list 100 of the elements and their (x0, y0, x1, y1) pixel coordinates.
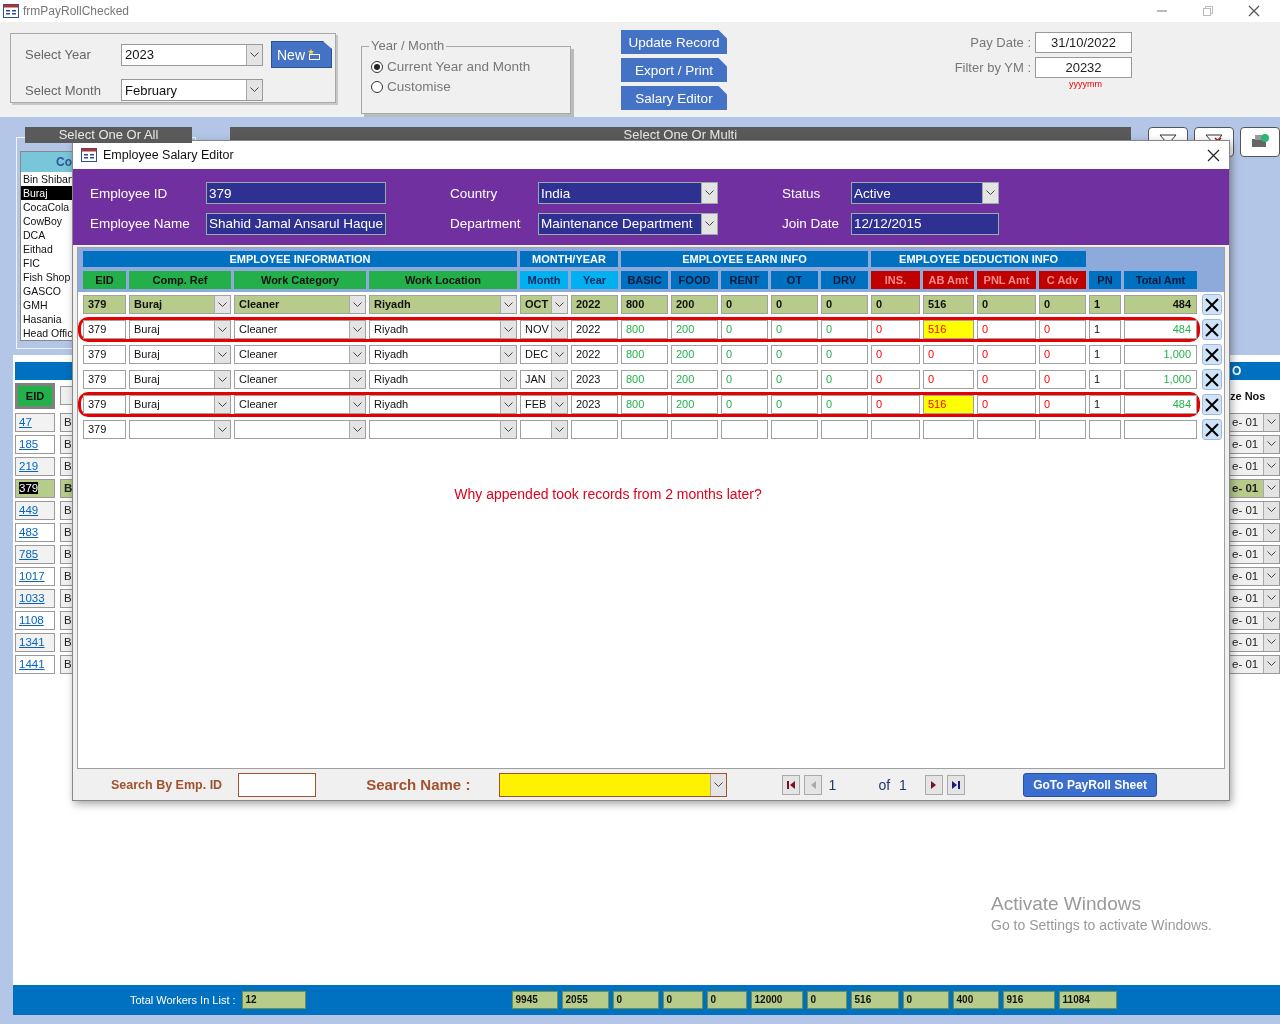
combo-box[interactable]: e- 01 (1228, 456, 1280, 476)
table-cell[interactable]: 379 (83, 370, 126, 389)
table-cell[interactable]: 484 (1124, 295, 1197, 314)
table-cell[interactable]: 0 (1039, 320, 1086, 339)
combo-box[interactable]: e- 01 (1228, 434, 1280, 454)
employee-link[interactable]: 1017 (15, 566, 55, 586)
employee-link[interactable]: 1441 (15, 654, 55, 674)
table-cell[interactable]: 0 (977, 370, 1036, 389)
new-button[interactable]: New (271, 41, 332, 68)
table-cell[interactable]: 0 (871, 345, 920, 364)
combo-box[interactable]: Active (851, 182, 999, 205)
employee-link[interactable]: 1341 (15, 632, 55, 652)
table-cell[interactable] (571, 420, 618, 439)
chevron-down-icon[interactable] (504, 376, 513, 383)
chevron-down-icon[interactable] (218, 326, 227, 333)
table-cell[interactable]: 0 (977, 295, 1036, 314)
combo-box[interactable]: e- 01 (1228, 478, 1280, 498)
table-cell[interactable]: 2022 (571, 320, 618, 339)
table-cell[interactable]: 1 (1089, 395, 1121, 414)
combo-box[interactable]: India (538, 182, 718, 205)
goto-payroll-button[interactable]: GoTo PayRoll Sheet (1023, 772, 1158, 797)
combo-box[interactable]: e- 01 (1228, 412, 1280, 432)
combo-box[interactable]: Maintenance Department (538, 212, 718, 235)
combo-box[interactable]: Cleaner (234, 370, 366, 389)
print-button[interactable] (1240, 127, 1280, 157)
chevron-down-icon[interactable] (1267, 463, 1276, 469)
chevron-down-icon[interactable] (1267, 441, 1276, 447)
table-cell[interactable] (1124, 420, 1197, 439)
chevron-down-icon[interactable] (986, 190, 995, 197)
table-cell[interactable]: 0 (1039, 295, 1086, 314)
chevron-down-icon[interactable] (218, 376, 227, 383)
table-cell[interactable]: 0 (1039, 395, 1086, 414)
employee-link[interactable]: 185 (15, 434, 55, 454)
chevron-down-icon[interactable] (504, 426, 513, 433)
table-cell[interactable] (671, 420, 718, 439)
input-field[interactable]: 12/12/2015 (851, 212, 999, 235)
next-record-button[interactable] (925, 774, 944, 795)
combo-box[interactable]: e- 01 (1228, 522, 1280, 542)
chevron-down-icon[interactable] (555, 401, 564, 408)
table-cell[interactable]: 0 (1039, 345, 1086, 364)
chevron-down-icon[interactable] (1267, 507, 1276, 513)
last-record-icon[interactable] (951, 779, 962, 790)
action-button[interactable]: Salary Editor (621, 86, 727, 110)
table-cell[interactable]: 2022 (571, 295, 618, 314)
action-button[interactable]: Export / Print (621, 58, 727, 82)
combo-box[interactable]: Riyadh (369, 295, 517, 314)
chevron-down-icon[interactable] (353, 401, 362, 408)
combo-box[interactable]: JAN (520, 370, 568, 389)
combo-box[interactable]: Cleaner (234, 320, 366, 339)
table-cell[interactable]: 516 (923, 395, 974, 414)
table-cell[interactable]: 0 (871, 295, 920, 314)
combo-box[interactable]: Riyadh (369, 370, 517, 389)
table-cell[interactable] (1089, 420, 1121, 439)
combo-box[interactable]: e- 01 (1228, 610, 1280, 630)
table-cell[interactable]: 0 (871, 395, 920, 414)
table-cell[interactable]: 379 (83, 395, 126, 414)
chevron-down-icon[interactable] (555, 376, 564, 383)
close-icon[interactable] (1207, 148, 1220, 162)
combo-box[interactable]: Cleaner (234, 295, 366, 314)
combo-box[interactable]: Riyadh (369, 395, 517, 414)
table-cell[interactable] (977, 420, 1036, 439)
combo-box[interactable]: Buraj (129, 295, 231, 314)
chevron-down-icon[interactable] (353, 426, 362, 433)
table-cell[interactable] (821, 420, 868, 439)
chevron-down-icon[interactable] (504, 301, 513, 308)
radio-option[interactable]: Current Year and Month (371, 59, 570, 74)
chevron-down-icon[interactable] (1267, 551, 1276, 557)
table-cell[interactable]: 2023 (571, 370, 618, 389)
table-cell[interactable] (871, 420, 920, 439)
chevron-down-icon[interactable] (353, 351, 362, 358)
combo-box[interactable]: e- 01 (1228, 544, 1280, 564)
table-cell[interactable]: 0 (871, 370, 920, 389)
chevron-down-icon[interactable] (1267, 529, 1276, 535)
employee-link[interactable]: 785 (15, 544, 55, 564)
chevron-down-icon[interactable] (353, 326, 362, 333)
employee-link[interactable]: 483 (15, 522, 55, 542)
table-cell[interactable]: 379 (83, 420, 126, 439)
chevron-down-icon[interactable] (1267, 617, 1276, 623)
month-combo[interactable]: February (121, 79, 263, 101)
combo-box[interactable]: Cleaner (234, 345, 366, 364)
chevron-down-icon[interactable] (705, 190, 714, 197)
combo-box[interactable]: Cleaner (234, 395, 366, 414)
combo-box[interactable]: OCT (520, 295, 568, 314)
table-cell[interactable]: 0 (977, 345, 1036, 364)
table-cell[interactable]: 0 (1039, 370, 1086, 389)
combo-box[interactable]: Buraj (129, 395, 231, 414)
filter-field[interactable]: 20232 (1035, 57, 1132, 78)
chevron-down-icon[interactable] (218, 426, 227, 433)
input-field[interactable]: Shahid Jamal Ansarul Haque (206, 212, 386, 235)
combo-box[interactable]: NOV (520, 320, 568, 339)
chevron-down-icon[interactable] (218, 301, 227, 308)
chevron-down-icon[interactable] (353, 301, 362, 308)
new-record-icon[interactable] (307, 47, 321, 62)
combo-box[interactable]: Buraj (129, 320, 231, 339)
table-cell[interactable]: 0 (771, 295, 818, 314)
pay-date-field[interactable]: 31/10/2022 (1035, 32, 1132, 53)
chevron-down-icon[interactable] (555, 326, 564, 333)
employee-link[interactable]: 1108 (15, 610, 55, 630)
chevron-down-icon[interactable] (1267, 485, 1276, 491)
table-cell[interactable]: 1 (1089, 295, 1121, 314)
